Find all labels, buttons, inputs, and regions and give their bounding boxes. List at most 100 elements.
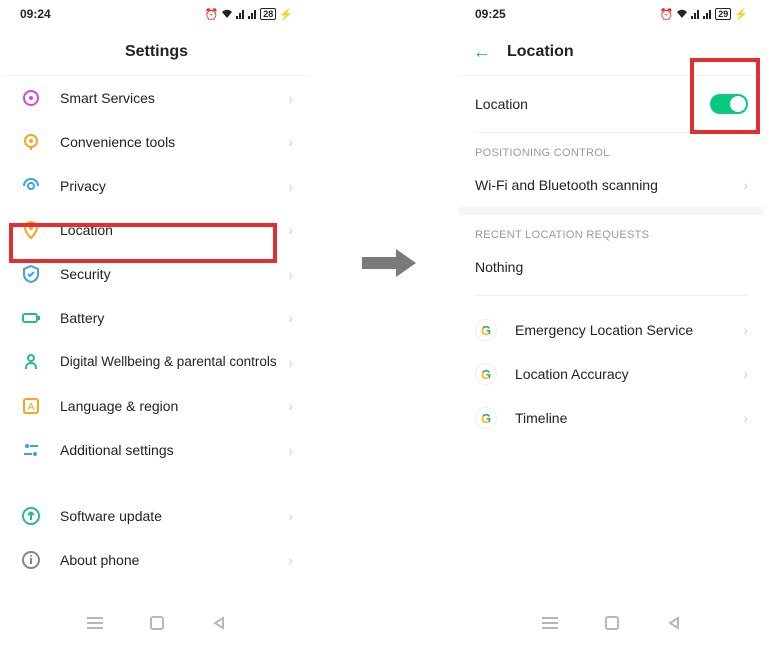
svg-text:A: A [28,402,35,413]
chevron-right-icon: › [288,552,293,568]
location-toggle[interactable] [710,94,748,114]
row-label: Location Accuracy [515,365,743,383]
status-bar: 09:24 ⏰ 28 ⚡ [4,0,309,28]
status-icons: ⏰ 28 ⚡ [205,8,293,21]
row-about-phone[interactable]: About phone › [4,538,309,582]
chevron-right-icon: › [288,442,293,458]
chevron-right-icon: › [288,310,293,326]
header: Settings [4,28,309,76]
page-title: Settings [125,43,188,61]
section-header-recent-requests: Recent Location Requests [459,215,764,245]
toggle-label: Location [475,95,710,113]
row-privacy[interactable]: Privacy › [4,164,309,208]
privacy-icon [20,175,42,197]
chevron-right-icon: › [743,366,748,382]
back-button[interactable]: ← [473,41,491,62]
row-label: Timeline [515,409,743,427]
location-icon [20,219,42,241]
row-label: Location [60,221,288,239]
row-convenience-tools[interactable]: Convenience tools › [4,120,309,164]
row-software-update[interactable]: Software update › [4,494,309,538]
status-bar: 09:25 ⏰ 29 ⚡ [459,0,764,28]
page-title: Location [507,43,574,61]
chevron-right-icon: › [743,410,748,426]
arrow-right-icon [362,248,422,278]
chevron-right-icon: › [743,177,748,193]
row-label: Emergency Location Service [515,321,743,339]
nav-bar [459,606,764,640]
signal-icon [691,9,700,19]
row-wifi-bluetooth-scanning[interactable]: Wi-Fi and Bluetooth scanning › [459,163,764,207]
row-label: About phone [60,551,288,569]
security-icon [20,263,42,285]
status-time: 09:24 [20,7,51,21]
chevron-right-icon: › [288,266,293,282]
row-label: Convenience tools [60,133,288,151]
row-label: Digital Wellbeing & parental controls [60,353,288,371]
language-icon: A [20,395,42,417]
smart-services-icon [20,87,42,109]
wifi-icon [221,9,233,19]
nav-home-icon[interactable] [604,615,620,631]
about-phone-icon [20,549,42,571]
nav-recent-icon[interactable] [542,615,558,631]
nav-back-icon[interactable] [211,615,227,631]
alarm-icon: ⏰ [205,8,219,21]
charging-icon: ⚡ [279,8,293,21]
google-icon: G [475,407,497,429]
convenience-tools-icon [20,131,42,153]
row-label: Security [60,265,288,283]
google-icon: G [475,363,497,385]
row-label: Battery [60,309,288,327]
wellbeing-icon [20,351,42,373]
chevron-right-icon: › [288,398,293,414]
battery-icon: 29 [715,8,731,20]
chevron-right-icon: › [288,222,293,238]
wifi-icon [676,9,688,19]
signal-icon [236,9,245,19]
row-digital-wellbeing[interactable]: Digital Wellbeing & parental controls › [4,340,309,384]
chevron-right-icon: › [743,322,748,338]
row-label: Smart Services [60,89,288,107]
google-icon: G [475,319,497,341]
row-label: Privacy [60,177,288,195]
row-label: Nothing [475,258,748,276]
nav-back-icon[interactable] [666,615,682,631]
row-security[interactable]: Security › [4,252,309,296]
nav-home-icon[interactable] [149,615,165,631]
row-additional-settings[interactable]: Additional settings › [4,428,309,472]
row-location[interactable]: Location › [4,208,309,252]
row-smart-services[interactable]: Smart Services › [4,76,309,120]
row-location-toggle[interactable]: Location [459,76,764,132]
nav-bar [4,606,309,640]
row-battery[interactable]: Battery › [4,296,309,340]
alarm-icon: ⏰ [660,8,674,21]
software-update-icon [20,505,42,527]
phone-settings: 09:24 ⏰ 28 ⚡ Settings Smart Services › [4,0,309,640]
chevron-right-icon: › [288,90,293,106]
signal-icon-2 [248,9,257,19]
status-icons: ⏰ 29 ⚡ [660,8,748,21]
header: ← Location [459,28,764,76]
chevron-right-icon: › [288,508,293,524]
row-label: Additional settings [60,441,288,459]
additional-settings-icon [20,439,42,461]
signal-icon-2 [703,9,712,19]
row-emergency-location[interactable]: G Emergency Location Service › [459,308,764,352]
chevron-right-icon: › [288,134,293,150]
row-label: Wi-Fi and Bluetooth scanning [475,176,743,194]
charging-icon: ⚡ [734,8,748,21]
row-language-region[interactable]: A Language & region › [4,384,309,428]
nav-recent-icon[interactable] [87,615,103,631]
row-location-accuracy[interactable]: G Location Accuracy › [459,352,764,396]
chevron-right-icon: › [288,354,293,370]
location-list: Location Positioning Control Wi-Fi and B… [459,76,764,606]
row-recent-nothing: Nothing [459,245,764,289]
section-header-positioning: Positioning Control [459,133,764,163]
chevron-right-icon: › [288,178,293,194]
row-label: Software update [60,507,288,525]
status-time: 09:25 [475,7,506,21]
row-timeline[interactable]: G Timeline › [459,396,764,440]
battery-icon: 28 [260,8,276,20]
settings-list: Smart Services › Convenience tools › Pri… [4,76,309,606]
